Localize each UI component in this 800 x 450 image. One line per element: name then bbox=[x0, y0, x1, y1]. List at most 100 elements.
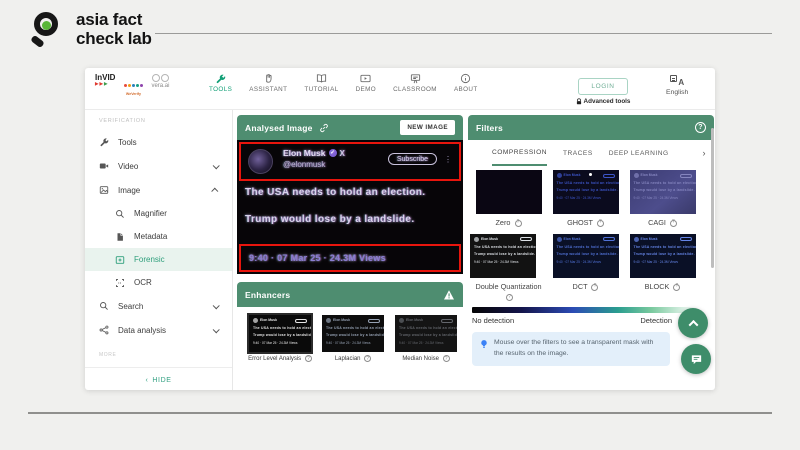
filter-cagi[interactable]: Elon Musk The USA needs to hold an elect… bbox=[630, 170, 696, 229]
filter-label: GHOST bbox=[567, 218, 593, 227]
chevron-up-icon bbox=[211, 187, 218, 194]
advanced-tools: Advanced tools bbox=[572, 98, 634, 105]
sidebar-item-label: Metadata bbox=[134, 232, 167, 241]
tab-compression[interactable]: COMPRESSION bbox=[492, 140, 547, 166]
mini-tweet-name: Elon Musk bbox=[481, 238, 498, 242]
sidebar-item-label: Forensic bbox=[134, 255, 165, 264]
sidebar-item-image[interactable]: Image bbox=[85, 178, 232, 202]
help-icon[interactable]: ? bbox=[443, 355, 450, 362]
filter-zero-thumbnail[interactable] bbox=[476, 170, 542, 214]
tab-traces[interactable]: TRACES bbox=[563, 140, 593, 166]
mini-tweet-line: Trump would lose by a landslide. bbox=[557, 251, 615, 258]
sidebar-item-label: Tools bbox=[118, 138, 137, 147]
menu-label: TUTORIAL bbox=[304, 86, 338, 93]
link-icon[interactable] bbox=[319, 123, 329, 133]
enhancer-laplacian-thumbnail[interactable]: Elon Musk The USA needs to hold an elect… bbox=[322, 315, 384, 352]
filter-zero[interactable]: Zero ? bbox=[476, 170, 542, 229]
menu-item-tools[interactable]: TOOLS bbox=[209, 73, 232, 93]
enhancers-title: Enhancers bbox=[245, 290, 290, 300]
mini-tweet-name: Elon Musk bbox=[333, 319, 350, 323]
mini-tweet-line: The USA needs to hold an election. bbox=[634, 244, 692, 251]
sidebar-item-data-analysis[interactable]: Data analysis bbox=[85, 318, 232, 342]
sidebar-item-label: OCR bbox=[134, 278, 152, 287]
tabs-scroll-right-icon[interactable]: › bbox=[703, 140, 707, 166]
enhancer-median-noise[interactable]: Elon Musk The USA needs to hold an elect… bbox=[393, 315, 459, 365]
analysed-image[interactable]: Elon Musk ✓ X @elonmusk Subscribe ⋮ The … bbox=[237, 140, 463, 274]
menu-item-demo[interactable]: DEMO bbox=[356, 73, 377, 93]
verified-badge-icon: ✓ bbox=[329, 149, 337, 157]
menu-item-classroom[interactable]: CLASSROOM bbox=[393, 73, 437, 93]
feedback-chat-button[interactable] bbox=[681, 344, 711, 374]
mini-tweet-name: Elon Musk bbox=[260, 319, 277, 323]
warning-icon bbox=[443, 289, 455, 301]
filters-header: Filters ? bbox=[468, 115, 714, 140]
language-label: English bbox=[666, 89, 688, 96]
filter-tabs: COMPRESSION TRACES DEEP LEARNING › bbox=[468, 140, 714, 166]
sidebar-item-magnifier[interactable]: Magnifier bbox=[85, 202, 232, 225]
help-icon[interactable]: ? bbox=[506, 294, 513, 301]
chevron-left-icon: ‹ bbox=[145, 377, 148, 384]
filter-cagi-thumbnail[interactable]: Elon Musk The USA needs to hold an elect… bbox=[630, 170, 696, 214]
menu-label: CLASSROOM bbox=[393, 86, 437, 93]
enhancer-median-noise-thumbnail[interactable]: Elon Musk The USA needs to hold an elect… bbox=[395, 315, 457, 352]
filter-double-quantization-thumbnail[interactable]: Elon Musk The USA needs to hold an elect… bbox=[470, 234, 536, 278]
vera-logo-text: vera.ai bbox=[151, 83, 169, 89]
scrollbar[interactable] bbox=[711, 128, 714, 268]
filter-ghost[interactable]: Elon Musk The USA needs to hold an elect… bbox=[553, 170, 619, 229]
help-icon[interactable]: ? bbox=[305, 355, 312, 362]
chevron-down-icon bbox=[213, 162, 220, 169]
enhancer-laplacian[interactable]: Elon Musk The USA needs to hold an elect… bbox=[320, 315, 386, 365]
mini-tweet-meta: 9:40 · 07 Mar 25 · 24.3M Views bbox=[557, 196, 615, 200]
video-icon bbox=[99, 161, 109, 171]
tab-deep-learning[interactable]: DEEP LEARNING bbox=[609, 140, 669, 166]
mini-tweet-name: Elon Musk bbox=[641, 174, 658, 178]
forensic-highlight-box-timestamp: 9:40 · 07 Mar 25 · 24.3M Views bbox=[239, 244, 461, 272]
mini-tweet-line: Trump would lose by a landslide. bbox=[634, 251, 692, 258]
enhancer-label: Median Noise bbox=[402, 356, 439, 362]
sidebar-item-video[interactable]: Video bbox=[85, 154, 232, 178]
data-analysis-icon bbox=[99, 325, 109, 335]
advanced-tools-label: Advanced tools bbox=[584, 98, 631, 105]
sidebar-item-metadata[interactable]: Metadata bbox=[85, 225, 232, 248]
help-icon[interactable]: ? bbox=[515, 220, 522, 227]
new-image-button[interactable]: NEW IMAGE bbox=[400, 120, 455, 135]
help-icon[interactable]: ? bbox=[597, 220, 604, 227]
enhancer-ela-thumbnail[interactable]: Elon Musk The USA needs to hold an elect… bbox=[249, 315, 311, 352]
menu-item-about[interactable]: ABOUT bbox=[454, 73, 478, 93]
help-icon[interactable]: ? bbox=[591, 284, 598, 291]
language-selector[interactable]: A English bbox=[666, 75, 688, 96]
sidebar-hide-button[interactable]: ‹ HIDE bbox=[85, 368, 232, 392]
sidebar-more-label: MORE bbox=[99, 352, 232, 358]
filter-block-thumbnail[interactable]: Elon Musk The USA needs to hold an elect… bbox=[630, 234, 696, 278]
scale-right-label: Detection bbox=[640, 316, 672, 325]
menu-item-tutorial[interactable]: TUTORIAL bbox=[304, 73, 338, 93]
scroll-to-top-button[interactable] bbox=[678, 308, 708, 338]
sidebar-item-label: Search bbox=[118, 302, 143, 311]
analysed-image-title: Analysed Image bbox=[245, 123, 313, 133]
mini-tweet-meta: 9:40 · 07 Mar 25 · 24.3M Views bbox=[634, 196, 692, 200]
sidebar-item-ocr[interactable]: OCR bbox=[85, 271, 232, 294]
login-button[interactable]: LOGIN bbox=[578, 78, 627, 95]
mini-tweet-line: Trump would lose by a landslide. bbox=[634, 187, 692, 194]
help-icon[interactable]: ? bbox=[695, 122, 706, 133]
filter-dct[interactable]: Elon Musk The USA needs to hold an elect… bbox=[553, 234, 619, 304]
mini-tweet-name: Elon Musk bbox=[564, 238, 581, 242]
filter-double-quantization[interactable]: Elon Musk The USA needs to hold an elect… bbox=[470, 234, 547, 304]
sidebar-item-label: Magnifier bbox=[134, 209, 167, 218]
detection-scale-labels: No detection Detection bbox=[472, 316, 672, 325]
sidebar-item-search[interactable]: Search bbox=[85, 294, 232, 318]
sidebar-item-forensic[interactable]: Forensic bbox=[85, 248, 232, 271]
help-icon[interactable]: ? bbox=[670, 220, 677, 227]
help-icon[interactable]: ? bbox=[673, 284, 680, 291]
filter-ghost-thumbnail[interactable]: Elon Musk The USA needs to hold an elect… bbox=[553, 170, 619, 214]
filter-block[interactable]: Elon Musk The USA needs to hold an elect… bbox=[630, 234, 696, 304]
sidebar-item-tools[interactable]: Tools bbox=[85, 130, 232, 154]
filter-dct-thumbnail[interactable]: Elon Musk The USA needs to hold an elect… bbox=[553, 234, 619, 278]
book-icon bbox=[316, 73, 327, 84]
assistant-icon bbox=[263, 73, 274, 84]
enhancer-ela[interactable]: Elon Musk The USA needs to hold an elect… bbox=[247, 315, 313, 365]
menu-item-assistant[interactable]: ASSISTANT bbox=[249, 73, 287, 93]
sidebar-section-label: VERIFICATION bbox=[99, 118, 232, 124]
help-icon[interactable]: ? bbox=[364, 355, 371, 362]
image-icon bbox=[99, 185, 109, 195]
